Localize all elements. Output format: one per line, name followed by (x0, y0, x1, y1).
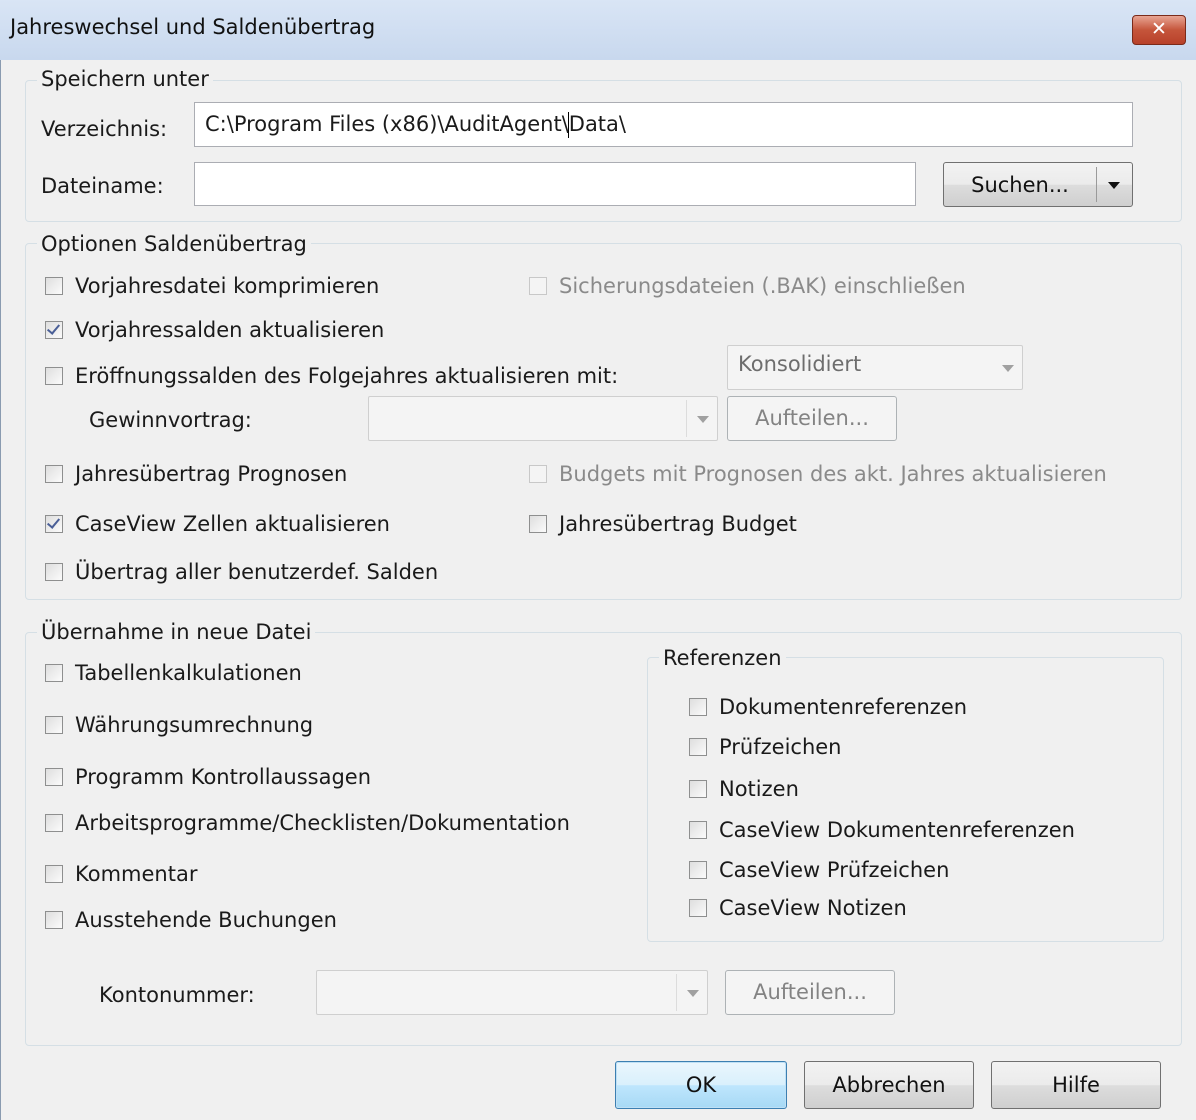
spreadsheets-label[interactable]: Tabellenkalkulationen (75, 661, 302, 685)
rollforward-custom-label[interactable]: Übertrag aller benutzerdef. Salden (75, 560, 438, 584)
rollforward-forecasts-checkbox[interactable] (45, 465, 63, 483)
checkmark-icon (46, 321, 61, 335)
retained-earnings-label: Gewinnvortrag: (89, 408, 252, 432)
cancel-button-label: Abbrechen (832, 1073, 946, 1097)
include-backups-label[interactable]: Sicherungsdateien (.BAK) einschließen (559, 274, 966, 298)
help-button[interactable]: Hilfe (991, 1061, 1161, 1109)
compress-prior-label[interactable]: Vorjahresdatei komprimieren (75, 274, 379, 298)
ok-button-label: OK (685, 1073, 717, 1097)
cv-tickmarks-checkbox[interactable] (689, 861, 707, 879)
directory-label: Verzeichnis: (41, 117, 168, 141)
update-budgets-label[interactable]: Budgets mit Prognosen des akt. Jahres ak… (559, 462, 1107, 486)
combo-divider (676, 974, 677, 1011)
opening-mode-select[interactable]: Konsolidiert (727, 345, 1023, 390)
browse-button-label: Suchen... (971, 173, 1069, 197)
chevron-down-icon (687, 989, 699, 997)
doc-refs-label[interactable]: Dokumentenreferenzen (719, 695, 967, 719)
ok-button[interactable]: OK (615, 1061, 787, 1109)
rollforward-custom-checkbox[interactable] (45, 563, 63, 581)
transfer-legend: Übernahme in neue Datei (37, 620, 316, 644)
directory-input[interactable]: C:\Program Files (x86)\AuditAgent\Data\ (194, 102, 1133, 147)
doc-refs-checkbox[interactable] (689, 698, 707, 716)
account-number-label: Kontonummer: (99, 983, 255, 1007)
pending-entries-checkbox[interactable] (45, 911, 63, 929)
update-caseview-label[interactable]: CaseView Zellen aktualisieren (75, 512, 390, 536)
filename-label: Dateiname: (41, 174, 164, 198)
tickmarks-label[interactable]: Prüfzeichen (719, 735, 842, 759)
comment-label[interactable]: Kommentar (75, 862, 197, 886)
filename-input[interactable] (194, 162, 916, 206)
program-assertions-label[interactable]: Programm Kontrollaussagen (75, 765, 371, 789)
opening-mode-value: Konsolidiert (738, 352, 862, 376)
update-prior-balances-label[interactable]: Vorjahressalden aktualisieren (75, 318, 384, 342)
chevron-down-icon (697, 415, 709, 423)
split-earnings-button-label: Aufteilen... (755, 406, 869, 430)
notes-checkbox[interactable] (689, 780, 707, 798)
options-legend: Optionen Saldenübertrag (37, 232, 311, 256)
update-caseview-checkbox[interactable] (45, 515, 63, 533)
update-prior-balances-checkbox[interactable] (45, 321, 63, 339)
retained-earnings-select[interactable] (368, 396, 718, 441)
text-caret (568, 112, 569, 138)
include-backups-checkbox[interactable] (529, 277, 547, 295)
browse-split-divider (1096, 167, 1097, 202)
window-title: Jahreswechsel und Saldenübertrag (10, 15, 376, 39)
split-account-button[interactable]: Aufteilen... (725, 970, 895, 1015)
compress-prior-checkbox[interactable] (45, 277, 63, 295)
notes-label[interactable]: Notizen (719, 777, 799, 801)
cv-tickmarks-label[interactable]: CaseView Prüfzeichen (719, 858, 949, 882)
split-earnings-button[interactable]: Aufteilen... (727, 396, 897, 441)
browse-button[interactable]: Suchen... (943, 162, 1133, 207)
update-opening-checkbox[interactable] (45, 367, 63, 385)
spreadsheets-checkbox[interactable] (45, 664, 63, 682)
cancel-button[interactable]: Abbrechen (804, 1061, 974, 1109)
pending-entries-label[interactable]: Ausstehende Buchungen (75, 908, 337, 932)
tickmarks-checkbox[interactable] (689, 738, 707, 756)
cv-doc-refs-label[interactable]: CaseView Dokumentenreferenzen (719, 818, 1075, 842)
title-bar: Jahreswechsel und Saldenübertrag ✕ (0, 0, 1196, 61)
update-budgets-checkbox[interactable] (529, 465, 547, 483)
cv-doc-refs-checkbox[interactable] (689, 821, 707, 839)
rollforward-forecasts-label[interactable]: Jahresübertrag Prognosen (75, 462, 347, 486)
currency-checkbox[interactable] (45, 716, 63, 734)
close-button[interactable]: ✕ (1132, 15, 1186, 45)
program-assertions-checkbox[interactable] (45, 768, 63, 786)
account-number-select[interactable] (316, 970, 708, 1015)
cv-notes-label[interactable]: CaseView Notizen (719, 896, 907, 920)
cv-notes-checkbox[interactable] (689, 899, 707, 917)
chevron-down-icon[interactable] (1108, 182, 1120, 189)
help-button-label: Hilfe (1052, 1073, 1100, 1097)
chevron-down-icon (1002, 364, 1014, 372)
close-icon: ✕ (1151, 18, 1167, 40)
combo-divider (686, 400, 687, 437)
directory-input-value: C:\Program Files (x86)\AuditAgent\Data\ (205, 112, 626, 136)
currency-label[interactable]: Währungsumrechnung (75, 713, 313, 737)
work-programs-label[interactable]: Arbeitsprogramme/Checklisten/Dokumentati… (75, 811, 570, 835)
rollforward-budget-checkbox[interactable] (529, 515, 547, 533)
update-opening-label[interactable]: Eröffnungssalden des Folgejahres aktuali… (75, 364, 618, 388)
checkmark-icon (46, 515, 61, 529)
rollforward-budget-label[interactable]: Jahresübertrag Budget (559, 512, 797, 536)
save-as-legend: Speichern unter (37, 67, 213, 91)
comment-checkbox[interactable] (45, 865, 63, 883)
split-account-button-label: Aufteilen... (753, 980, 867, 1004)
dialog-body: Speichern unter Verzeichnis: C:\Program … (0, 60, 1196, 1120)
references-legend: Referenzen (659, 646, 786, 670)
work-programs-checkbox[interactable] (45, 814, 63, 832)
